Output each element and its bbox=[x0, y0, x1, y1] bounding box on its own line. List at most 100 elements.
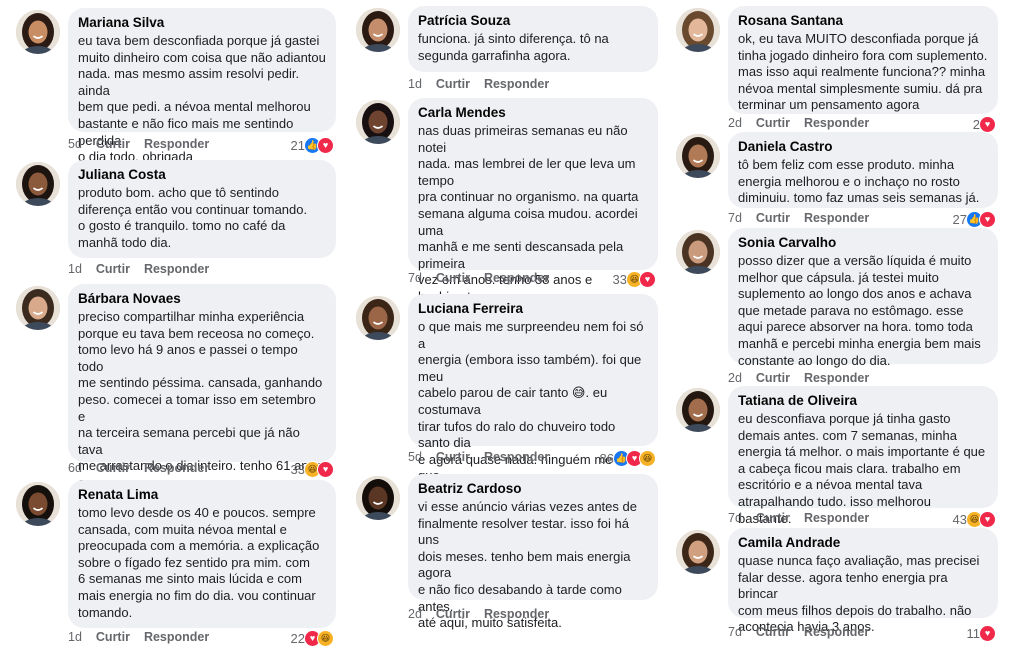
commenter-name[interactable]: Camila Andrade bbox=[738, 534, 988, 551]
reply-button[interactable]: Responder bbox=[804, 371, 869, 385]
avatar[interactable] bbox=[356, 296, 400, 340]
reaction-count: 86 bbox=[599, 450, 614, 466]
like-button[interactable]: Curtir bbox=[436, 450, 470, 464]
reaction-count: 21 bbox=[290, 137, 305, 153]
reply-button[interactable]: Responder bbox=[144, 137, 209, 151]
commenter-name[interactable]: Daniela Castro bbox=[738, 138, 988, 155]
avatar[interactable] bbox=[356, 8, 400, 52]
avatar[interactable] bbox=[16, 162, 60, 206]
comment-timestamp[interactable]: 1d bbox=[68, 630, 82, 644]
reply-button[interactable]: Responder bbox=[144, 262, 209, 276]
like-button[interactable]: Curtir bbox=[96, 262, 130, 276]
comment-timestamp[interactable]: 1d bbox=[408, 77, 422, 91]
comment-timestamp[interactable]: 2d bbox=[728, 116, 742, 130]
commenter-name[interactable]: Patrícia Souza bbox=[418, 12, 648, 29]
avatar[interactable] bbox=[676, 388, 720, 432]
like-button[interactable]: Curtir bbox=[436, 271, 470, 285]
avatar[interactable] bbox=[676, 8, 720, 52]
like-button[interactable]: Curtir bbox=[756, 116, 790, 130]
comment-bubble: Daniela Castro tô bem feliz com esse prod… bbox=[728, 132, 998, 208]
reaction-summary[interactable]: 33 😆 ♥ bbox=[613, 270, 656, 288]
avatar[interactable] bbox=[676, 230, 720, 274]
reply-button[interactable]: Responder bbox=[804, 511, 869, 525]
heart-icon: ♥ bbox=[979, 624, 996, 642]
reply-button[interactable]: Responder bbox=[804, 116, 869, 130]
reply-button[interactable]: Responder bbox=[484, 271, 549, 285]
reply-button[interactable]: Responder bbox=[804, 211, 869, 225]
comment-timestamp[interactable]: 5d bbox=[408, 450, 422, 464]
reaction-summary[interactable]: 43 😆 ♥ bbox=[953, 510, 996, 528]
comment-actions: 1d Curtir Responder bbox=[68, 630, 223, 646]
avatar[interactable] bbox=[676, 134, 720, 178]
reply-button[interactable]: Responder bbox=[484, 607, 549, 621]
reaction-summary[interactable]: 86 👍 ♥ 😆 bbox=[600, 449, 656, 467]
comment-timestamp[interactable]: 7d bbox=[728, 511, 742, 525]
comment-actions: 7d Curtir Responder bbox=[728, 511, 883, 527]
like-button[interactable]: Curtir bbox=[756, 371, 790, 385]
comment-timestamp[interactable]: 5d bbox=[68, 137, 82, 151]
like-button[interactable]: Curtir bbox=[756, 511, 790, 525]
avatar[interactable] bbox=[356, 100, 400, 144]
commenter-name[interactable]: Mariana Silva bbox=[78, 14, 326, 31]
avatar[interactable] bbox=[676, 530, 720, 574]
avatar[interactable] bbox=[16, 10, 60, 54]
comment-timestamp[interactable]: 2d bbox=[408, 607, 422, 621]
like-button[interactable]: Curtir bbox=[756, 625, 790, 639]
reaction-count: 33 bbox=[290, 461, 305, 477]
comment-actions: 1d Curtir Responder bbox=[408, 77, 563, 93]
commenter-name[interactable]: Rosana Santana bbox=[738, 12, 988, 29]
comment-timestamp[interactable]: 7d bbox=[408, 271, 422, 285]
like-button[interactable]: Curtir bbox=[96, 137, 130, 151]
like-button[interactable]: Curtir bbox=[436, 77, 470, 91]
commenter-name[interactable]: Beatriz Cardoso bbox=[418, 480, 648, 497]
reply-button[interactable]: Responder bbox=[144, 630, 209, 644]
commenter-name[interactable]: Carla Mendes bbox=[418, 104, 648, 121]
reaction-summary[interactable]: 21 👍 ♥ bbox=[291, 136, 334, 154]
comment-bubble: Renata Lima tomo levo desde os 40 e pouco… bbox=[68, 480, 336, 628]
like-button[interactable]: Curtir bbox=[96, 630, 130, 644]
reply-button[interactable]: Responder bbox=[144, 461, 209, 475]
comment-text: tô bem feliz com esse produto. minha ene… bbox=[738, 157, 980, 206]
reaction-summary[interactable]: 33 😆 ♥ bbox=[291, 460, 334, 478]
comment-bubble: Beatriz Cardoso vi esse anúncio várias ve… bbox=[408, 474, 658, 630]
avatar[interactable] bbox=[16, 286, 60, 330]
reaction-summary[interactable]: 2 ♥ bbox=[973, 115, 996, 133]
avatar[interactable] bbox=[356, 476, 400, 520]
reply-button[interactable]: Responder bbox=[484, 450, 549, 464]
commenter-name[interactable]: Luciana Ferreira bbox=[418, 300, 648, 317]
comment-timestamp[interactable]: 6d bbox=[68, 461, 82, 475]
comment-text: posso dizer que a versão líquida é muito… bbox=[738, 253, 981, 368]
comment-text: produto bom. acho que tô sentindo difere… bbox=[78, 185, 308, 250]
comment-actions: 2d Curtir Responder bbox=[408, 607, 563, 623]
comment-text: funciona. já sinto diferença. tô na segu… bbox=[418, 31, 609, 63]
comment-bubble: Luciana Ferreira o que mais me surpreende… bbox=[408, 294, 658, 517]
heart-icon: ♥ bbox=[317, 460, 334, 478]
like-button[interactable]: Curtir bbox=[436, 607, 470, 621]
reply-button[interactable]: Responder bbox=[804, 625, 869, 639]
comment-timestamp[interactable]: 1d bbox=[68, 262, 82, 276]
reaction-summary[interactable]: 27 👍 ♥ bbox=[953, 210, 996, 228]
comment-timestamp[interactable]: 7d bbox=[728, 211, 742, 225]
like-button[interactable]: Curtir bbox=[756, 211, 790, 225]
reaction-count: 43 bbox=[952, 511, 967, 527]
comment-bubble: Rosana Santana ok, eu tava MUITO desconfi… bbox=[728, 6, 998, 114]
comment-timestamp[interactable]: 2d bbox=[728, 371, 742, 385]
haha-icon: 😆 bbox=[639, 449, 656, 467]
commenter-name[interactable]: Bárbara Novaes bbox=[78, 290, 326, 307]
like-button[interactable]: Curtir bbox=[96, 461, 130, 475]
commenter-name[interactable]: Sonia Carvalho bbox=[738, 234, 988, 251]
avatar[interactable] bbox=[16, 482, 60, 526]
comment-actions: 7d Curtir Responder bbox=[728, 211, 883, 227]
comment-actions: 5d Curtir Responder bbox=[68, 137, 223, 153]
reaction-summary[interactable]: 11 ♥ bbox=[967, 624, 996, 642]
commenter-name[interactable]: Renata Lima bbox=[78, 486, 326, 503]
comment-bubble: Sonia Carvalho posso dizer que a versão l… bbox=[728, 228, 998, 368]
commenter-name[interactable]: Juliana Costa bbox=[78, 166, 326, 183]
comment-actions: 5d Curtir Responder bbox=[408, 450, 563, 466]
commenter-name[interactable]: Tatiana de Oliveira bbox=[738, 392, 988, 409]
heart-icon: ♥ bbox=[979, 115, 996, 133]
reply-button[interactable]: Responder bbox=[484, 77, 549, 91]
comment-text: quase nunca faço avaliação, mas precisei… bbox=[738, 553, 980, 635]
comment-timestamp[interactable]: 7d bbox=[728, 625, 742, 639]
reaction-summary[interactable]: 22 ♥ 😆 bbox=[291, 629, 334, 647]
